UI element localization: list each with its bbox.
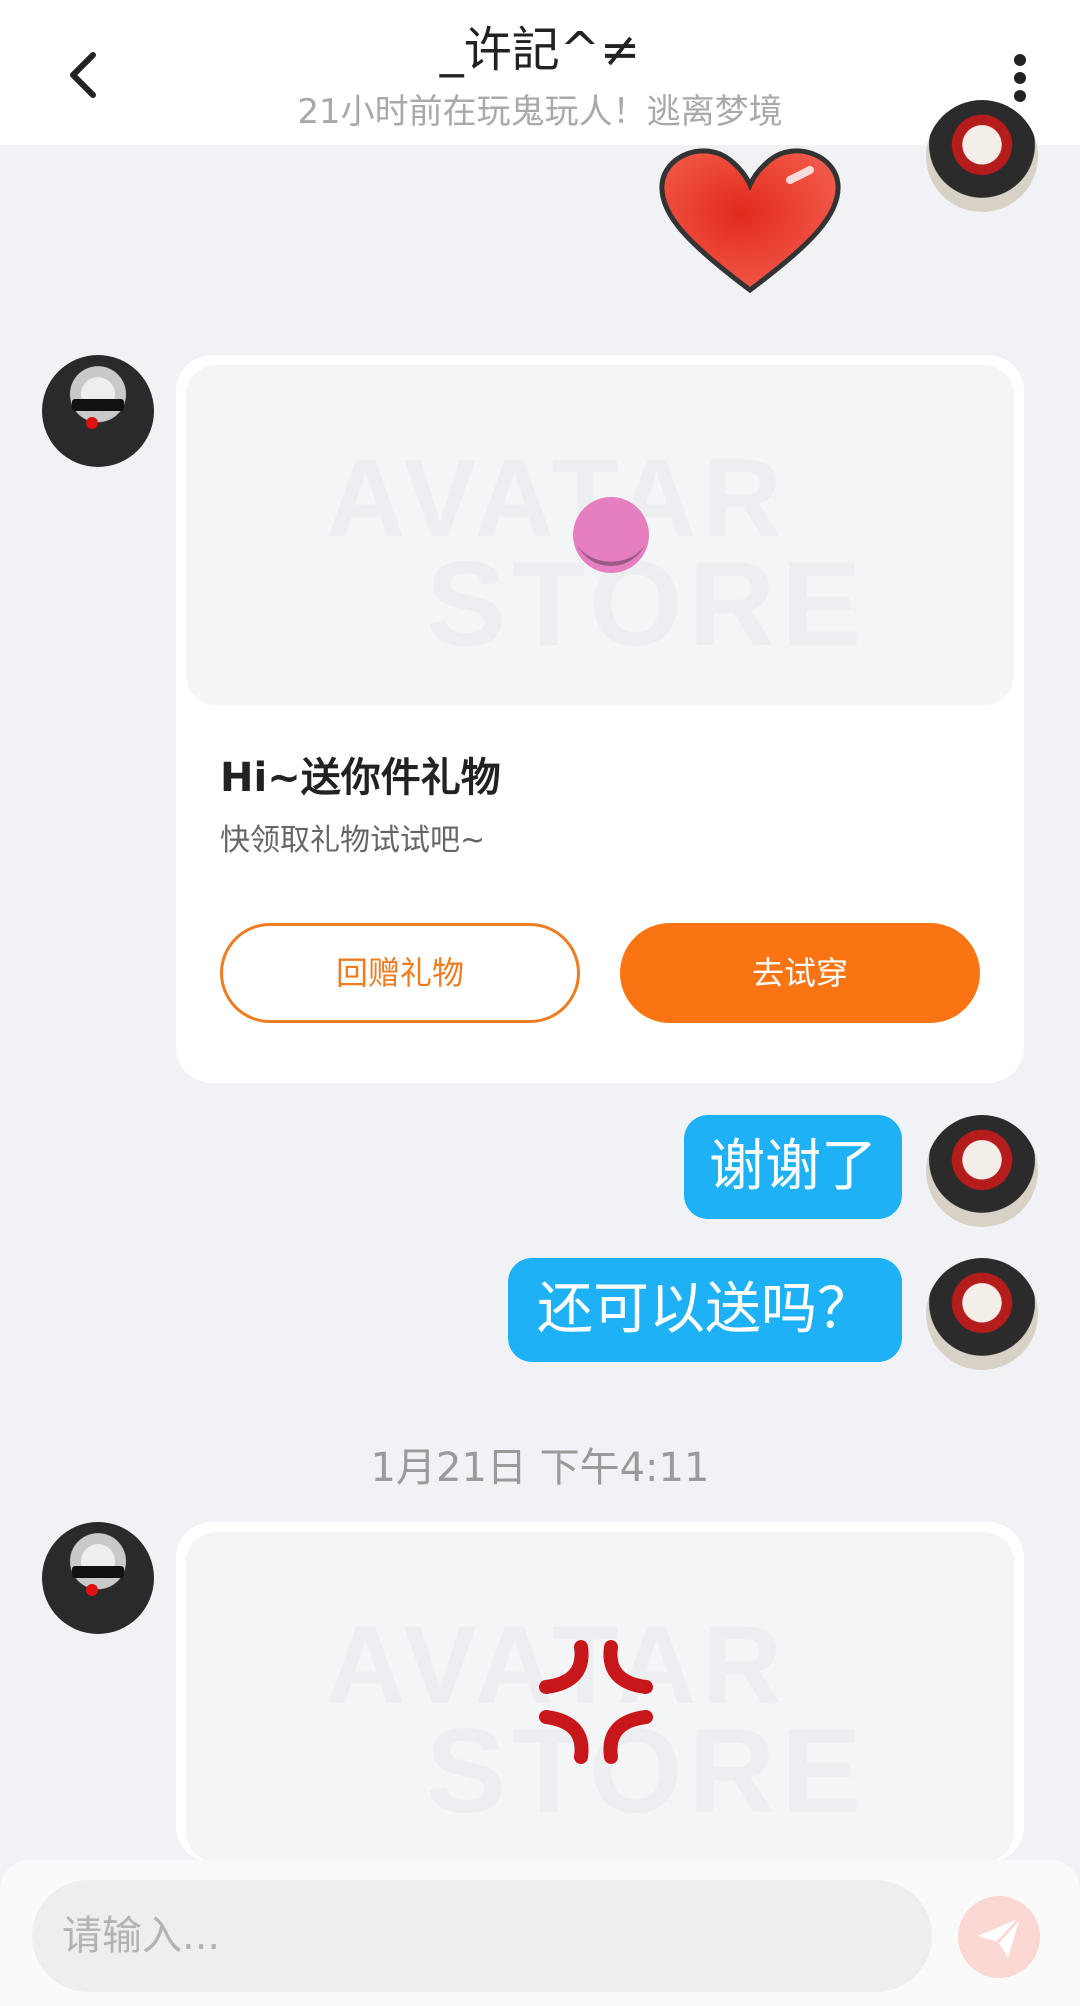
try-on-button[interactable]: 去试穿 — [620, 923, 980, 1023]
message-composer — [0, 1860, 1080, 2006]
gift-item-ball-icon — [573, 497, 649, 573]
message-input[interactable] — [32, 1880, 932, 1992]
more-options-icon[interactable] — [990, 50, 1050, 110]
my-avatar[interactable] — [926, 1258, 1038, 1370]
message-timestamp: 1月21日 下午4:11 — [370, 1445, 710, 1491]
heart-sticker — [650, 140, 850, 300]
contact-avatar[interactable] — [42, 1522, 154, 1634]
my-avatar[interactable] — [926, 1115, 1038, 1227]
gift-preview: AVATAR STORE — [186, 365, 1014, 705]
contact-status: 21小时前在玩鬼玩人！逃离梦境 — [297, 92, 783, 132]
anger-symbol-icon — [539, 1640, 653, 1764]
send-button[interactable] — [958, 1896, 1040, 1978]
gift-card-title: Hi~送你件礼物 — [220, 755, 501, 801]
chat-header: _许記^≠ 21小时前在玩鬼玩人！逃离梦境 — [0, 0, 1080, 145]
gift-card: AVATAR STORE — [176, 1522, 1024, 1862]
send-paper-plane-icon — [978, 1916, 1022, 1958]
contact-name: _许記^≠ — [439, 22, 641, 78]
gift-preview: AVATAR STORE — [186, 1532, 1014, 1862]
message-bubble[interactable]: 还可以送吗？ — [508, 1258, 902, 1362]
return-gift-button[interactable]: 回赠礼物 — [220, 923, 580, 1023]
gift-card: AVATAR STORE Hi~送你件礼物 快领取礼物试试吧~ 回赠礼物 去试穿 — [176, 355, 1024, 1083]
contact-avatar[interactable] — [42, 355, 154, 467]
my-avatar[interactable] — [926, 100, 1038, 212]
message-bubble[interactable]: 谢谢了 — [684, 1115, 902, 1219]
gift-card-description: 快领取礼物试试吧~ — [220, 823, 486, 858]
